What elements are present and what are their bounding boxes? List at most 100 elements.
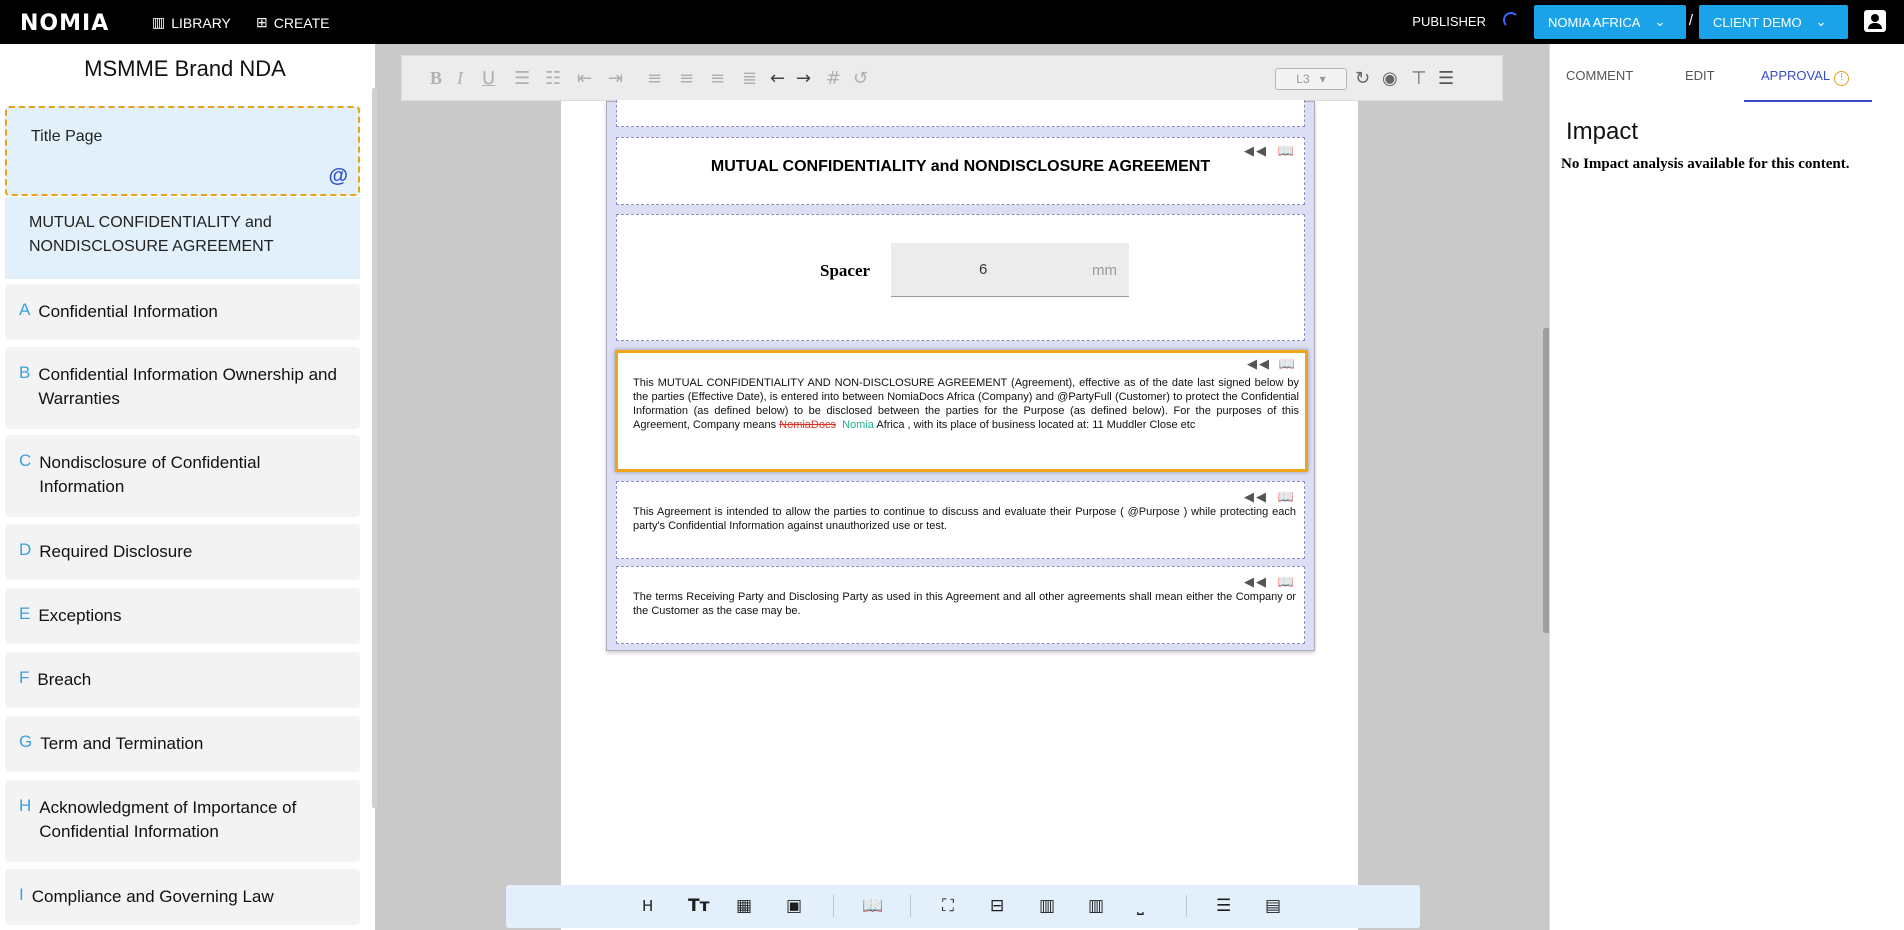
- user-account-icon[interactable]: [1864, 10, 1886, 32]
- heading-block[interactable]: ◀◀ 📖 MUTUAL CONFIDENTIALITY and NONDISCL…: [616, 137, 1305, 205]
- page-break-icon[interactable]: ⊟: [990, 896, 1004, 916]
- section-letter: A: [19, 300, 31, 319]
- fit-page-icon[interactable]: ⛶: [942, 896, 954, 916]
- text-size-icon[interactable]: Tт: [688, 896, 709, 916]
- form-icon[interactable]: ▤: [1265, 896, 1281, 916]
- sidebar-scrollbar[interactable]: [372, 88, 377, 808]
- section-letter: C: [19, 451, 32, 470]
- client-dropdown[interactable]: CLIENT DEMO ⌄: [1699, 5, 1848, 39]
- paragraph-text[interactable]: The terms Receiving Party and Disclosing…: [633, 590, 1296, 618]
- tab-approval[interactable]: APPROVAL!: [1761, 68, 1850, 86]
- document-outline-sidebar: MSMME Brand NDA Title Page @ MUTUAL CONF…: [0, 44, 375, 930]
- align-center-icon[interactable]: ≡: [679, 68, 694, 89]
- tab-approval-label: APPROVAL: [1761, 68, 1831, 83]
- book-icon[interactable]: 📖: [1278, 490, 1296, 505]
- hash-icon[interactable]: #: [826, 68, 841, 89]
- rewind-icon[interactable]: ◀◀: [1244, 144, 1268, 159]
- formatting-toolbar: B I U ☰ ☷ ⇤ ⇥ ≡ ≡ ≡ ≣ ← → # ↺ L3 ▾ ↻ ◉ ⊤…: [401, 55, 1503, 101]
- bullet-list-icon[interactable]: ☰: [514, 68, 530, 89]
- rewind-icon[interactable]: ◀◀: [1244, 575, 1268, 590]
- outline-section-b[interactable]: B Confidential Information Ownership and…: [5, 347, 360, 429]
- spacer-block[interactable]: Spacer 6 mm: [616, 214, 1305, 341]
- outline-section-h[interactable]: H Acknowledgment of Importance of Confid…: [5, 780, 360, 862]
- breadcrumb-separator: /: [1688, 12, 1693, 29]
- align-right-icon[interactable]: ≡: [710, 68, 725, 89]
- top-navigation-bar: NOMIA ▥ LIBRARY ⊞ CREATE PUBLISHER NOMIA…: [0, 0, 1904, 44]
- history-icon[interactable]: ↺: [853, 68, 868, 89]
- section-label: Term and Termination: [40, 734, 204, 753]
- active-tab-indicator: [1744, 100, 1872, 102]
- outline-section-i[interactable]: I Compliance and Governing Law: [5, 869, 360, 925]
- spacer-unit: mm: [1092, 262, 1117, 279]
- title-page-item[interactable]: Title Page @: [5, 106, 360, 196]
- toolbar-divider: [910, 895, 911, 917]
- outline-section-g[interactable]: G Term and Termination: [5, 716, 360, 772]
- section-label: Nondisclosure of Confidential Informatio…: [39, 453, 261, 496]
- title-section-container: ◀◀ 📖 MUTUAL CONFIDENTIALITY and NONDISCL…: [606, 100, 1315, 651]
- warning-icon: !: [1834, 71, 1850, 86]
- section-label: Acknowledgment of Importance of Confiden…: [39, 798, 297, 841]
- align-left-icon[interactable]: ≡: [647, 68, 662, 89]
- paragraph-text[interactable]: This Agreement is intended to allow the …: [633, 505, 1296, 533]
- two-columns-icon[interactable]: ▥: [1088, 896, 1104, 916]
- outline-section-f[interactable]: F Breach: [5, 652, 360, 708]
- section-letter: I: [19, 885, 24, 904]
- spacer-input[interactable]: 6 mm: [891, 243, 1129, 297]
- paragraph-text[interactable]: This MUTUAL CONFIDENTIALITY AND NON-DISC…: [633, 376, 1299, 432]
- tab-edit[interactable]: EDIT: [1685, 68, 1715, 83]
- heading-icon[interactable]: H: [642, 897, 653, 915]
- underline-icon[interactable]: U: [482, 68, 495, 89]
- library-link[interactable]: ▥ LIBRARY: [152, 14, 231, 31]
- deleted-text: NomiaDocs: [779, 419, 836, 431]
- redo-icon[interactable]: →: [796, 68, 811, 89]
- justify-icon[interactable]: ≣: [742, 68, 757, 89]
- section-letter: G: [19, 732, 33, 751]
- document-heading: MUTUAL CONFIDENTIALITY and NONDISCLOSURE…: [710, 158, 1211, 175]
- section-label: Exceptions: [38, 606, 122, 625]
- eye-icon[interactable]: ◉: [1382, 68, 1398, 89]
- image-icon[interactable]: ▣: [786, 896, 802, 916]
- book-icon[interactable]: 📖: [1279, 357, 1297, 372]
- outdent-icon[interactable]: ⇤: [577, 68, 592, 89]
- impact-message: No Impact analysis available for this co…: [1561, 156, 1850, 172]
- section-letter: H: [19, 796, 32, 815]
- tab-comment[interactable]: COMMENT: [1566, 68, 1633, 83]
- outline-section-c[interactable]: C Nondisclosure of Confidential Informat…: [5, 435, 360, 517]
- grid-icon: ⊞: [256, 14, 268, 30]
- library-book-icon[interactable]: 📖: [862, 896, 883, 916]
- section-label: Breach: [37, 670, 92, 689]
- numbered-list-icon[interactable]: ☷: [545, 68, 561, 89]
- nomia-logo[interactable]: NOMIA: [20, 11, 109, 36]
- bold-icon[interactable]: B: [430, 68, 442, 89]
- book-icon[interactable]: 📖: [1278, 575, 1296, 590]
- publisher-label[interactable]: PUBLISHER: [1412, 14, 1486, 29]
- outline-item-heading[interactable]: MUTUAL CONFIDENTIALITY and NONDISCLOSURE…: [5, 197, 360, 279]
- org-dropdown[interactable]: NOMIA AFRICA ⌄: [1534, 5, 1686, 39]
- rewind-icon[interactable]: ◀◀: [1247, 357, 1271, 372]
- italic-icon[interactable]: I: [457, 68, 463, 89]
- level-select[interactable]: L3 ▾: [1275, 68, 1347, 90]
- section-label: Confidential Information Ownership and W…: [38, 365, 337, 408]
- paragraph-block[interactable]: ◀◀ 📖 This Agreement is intended to allow…: [616, 481, 1305, 559]
- section-letter: D: [19, 540, 32, 559]
- active-paragraph-block[interactable]: ◀◀ 📖 This MUTUAL CONFIDENTIALITY AND NON…: [615, 350, 1308, 472]
- paragraph-block[interactable]: ◀◀ 📖 The terms Receiving Party and Discl…: [616, 566, 1305, 644]
- rewind-icon[interactable]: ◀◀: [1244, 490, 1268, 505]
- menu-icon[interactable]: ☰: [1438, 68, 1454, 89]
- list-lines-icon[interactable]: ☰: [1216, 896, 1231, 916]
- paint-roller-icon[interactable]: ⊤: [1411, 68, 1427, 89]
- content-block-partial[interactable]: [616, 100, 1305, 127]
- spacer-value: 6: [979, 261, 988, 278]
- outline-section-a[interactable]: A Confidential Information: [5, 284, 360, 340]
- outline-section-d[interactable]: D Required Disclosure: [5, 524, 360, 580]
- at-mention-icon[interactable]: @: [328, 165, 348, 188]
- spacer-icon[interactable]: ⎵: [1137, 896, 1144, 916]
- create-link[interactable]: ⊞ CREATE: [256, 14, 329, 31]
- outline-section-e[interactable]: E Exceptions: [5, 588, 360, 644]
- refresh-icon[interactable]: ↻: [1355, 68, 1370, 89]
- indent-icon[interactable]: ⇥: [608, 68, 623, 89]
- undo-icon[interactable]: ←: [770, 68, 785, 89]
- table-icon[interactable]: ▦: [736, 896, 752, 916]
- three-columns-icon[interactable]: ▥: [1039, 896, 1055, 916]
- book-icon[interactable]: 📖: [1278, 144, 1296, 159]
